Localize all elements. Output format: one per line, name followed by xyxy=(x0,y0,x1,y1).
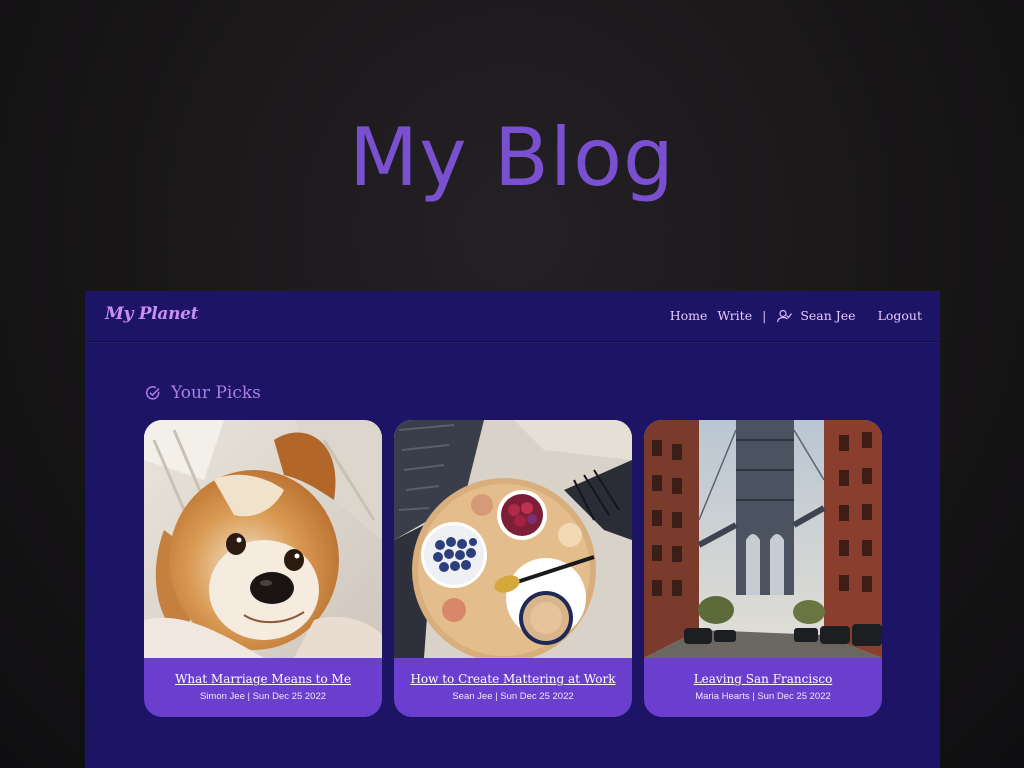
nav-write-link[interactable]: Write xyxy=(717,308,752,323)
check-circle-icon xyxy=(145,385,161,401)
post-card[interactable]: What Marriage Means to Me Simon Jee | Su… xyxy=(144,420,382,717)
brand-logo[interactable]: My Planet xyxy=(105,304,199,324)
post-card[interactable]: How to Create Mattering at Work Sean Jee… xyxy=(394,420,632,717)
nav-user-name[interactable]: Sean Jee xyxy=(800,308,855,323)
nav-home-link[interactable]: Home xyxy=(670,308,708,323)
nav-menu: Home Write | Sean Jee Logout xyxy=(670,308,922,323)
card-title[interactable]: Leaving San Francisco xyxy=(644,672,882,686)
bridge-street-photo xyxy=(644,420,882,658)
user-icon xyxy=(776,309,793,323)
card-meta: Sean Jee | Sun Dec 25 2022 xyxy=(452,691,574,702)
card-meta: Maria Hearts | Sun Dec 25 2022 xyxy=(695,691,831,702)
app-window: My Planet Home Write | Sean Jee Logout Y… xyxy=(85,291,940,768)
nav-logout-link[interactable]: Logout xyxy=(878,308,922,323)
section-title: Your Picks xyxy=(171,383,261,403)
card-title[interactable]: How to Create Mattering at Work xyxy=(394,672,632,686)
card-title[interactable]: What Marriage Means to Me xyxy=(144,672,382,686)
breakfast-tray-photo xyxy=(394,420,632,658)
dog-photo xyxy=(144,420,382,658)
section-heading: Your Picks xyxy=(145,383,261,403)
post-card[interactable]: Leaving San Francisco Maria Hearts | Sun… xyxy=(644,420,882,717)
card-meta: Simon Jee | Sun Dec 25 2022 xyxy=(199,691,327,702)
navbar: My Planet Home Write | Sean Jee Logout xyxy=(85,291,940,342)
hero-title: My Blog xyxy=(349,111,675,204)
nav-separator: | xyxy=(762,308,767,323)
